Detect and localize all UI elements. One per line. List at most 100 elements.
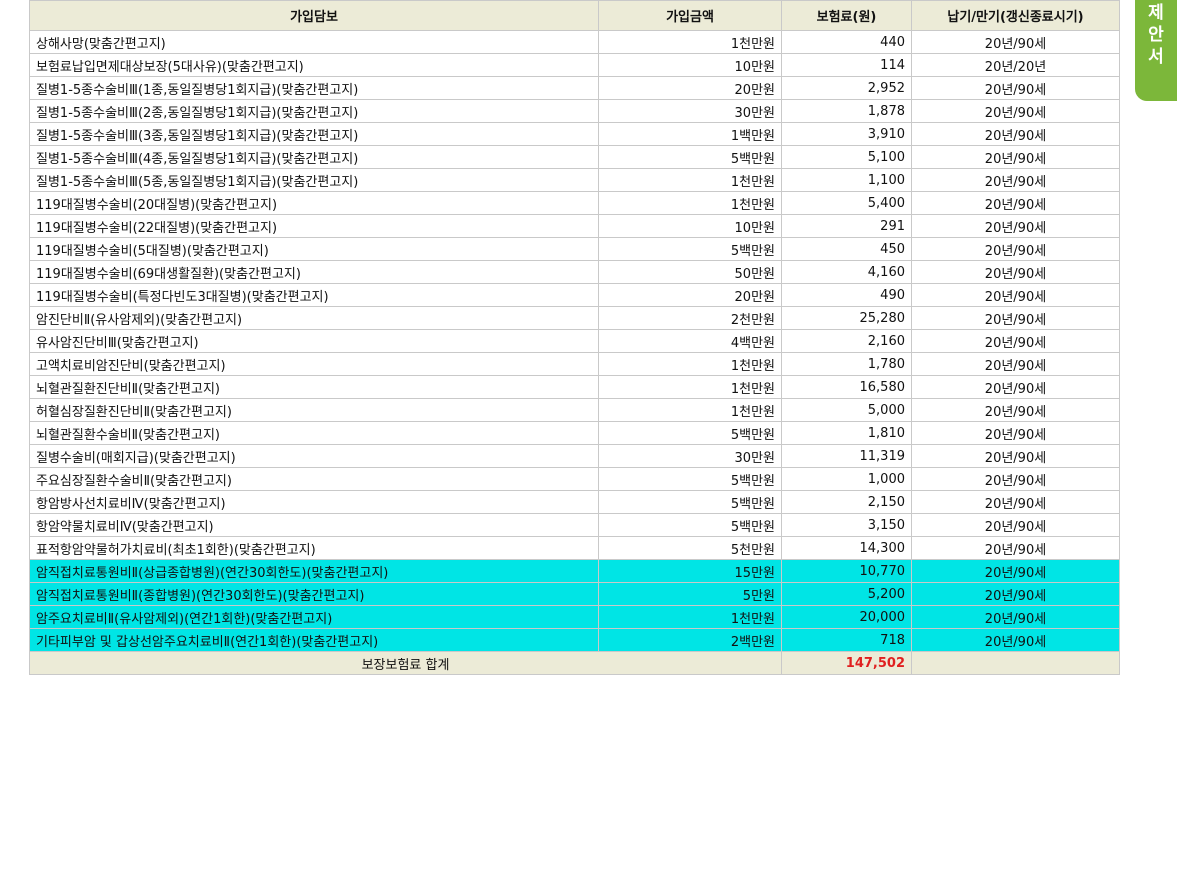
table-row: 항암약물치료비Ⅳ(맞춤간편고지) 5백만원 3,150 20년/90세 [29, 513, 1120, 537]
term-cell: 20년/90세 [911, 145, 1120, 169]
term-cell: 20년/90세 [911, 467, 1120, 491]
coverage-name-cell: 항암약물치료비Ⅳ(맞춤간편고지) [29, 513, 599, 537]
term-cell: 20년/90세 [911, 536, 1120, 560]
coverage-amount-cell: 5백만원 [598, 421, 782, 445]
coverage-amount-cell: 1천만원 [598, 375, 782, 399]
total-value: 147,502 [781, 651, 912, 675]
term-cell: 20년/90세 [911, 421, 1120, 445]
term-cell: 20년/90세 [911, 490, 1120, 514]
coverage-name-cell: 상해사망(맞춤간편고지) [29, 30, 599, 54]
term-cell: 20년/90세 [911, 260, 1120, 284]
coverage-name-cell: 질병1-5종수술비Ⅲ(3종,동일질병당1회지급)(맞춤간편고지) [29, 122, 599, 146]
term-cell: 20년/90세 [911, 444, 1120, 468]
premium-cell: 440 [781, 30, 912, 54]
coverage-name-cell: 119대질병수술비(5대질병)(맞춤간편고지) [29, 237, 599, 261]
premium-cell: 1,780 [781, 352, 912, 376]
coverage-amount-cell: 5백만원 [598, 467, 782, 491]
coverage-amount-cell: 2천만원 [598, 306, 782, 330]
coverage-name-cell: 119대질병수술비(특정다빈도3대질병)(맞춤간편고지) [29, 283, 599, 307]
table-row: 암주요치료비Ⅱ(유사암제외)(연간1회한)(맞춤간편고지) 1천만원 20,000 2… [29, 605, 1120, 629]
table-body: 상해사망(맞춤간편고지) 1천만원 440 20년/90세 보험료납입면제대상보장(5대… [29, 30, 1120, 652]
coverage-name-cell: 119대질병수술비(20대질병)(맞춤간편고지) [29, 191, 599, 215]
premium-cell: 1,100 [781, 168, 912, 192]
table-row: 기타피부암 및 갑상선암주요치료비Ⅱ(연간1회한)(맞춤간편고지) 2백만원 718… [29, 628, 1120, 652]
header-term: 납기/만기(갱신종료시기) [911, 0, 1120, 31]
premium-cell: 2,952 [781, 76, 912, 100]
coverage-name-cell: 고액치료비암진단비(맞춤간편고지) [29, 352, 599, 376]
coverage-amount-cell: 20만원 [598, 283, 782, 307]
premium-cell: 5,200 [781, 582, 912, 606]
coverage-amount-cell: 5백만원 [598, 237, 782, 261]
coverage-amount-cell: 2백만원 [598, 628, 782, 652]
premium-cell: 16,580 [781, 375, 912, 399]
coverage-name-cell: 암직접치료통원비Ⅱ(상급종합병원)(연간30회한도)(맞춤간편고지) [29, 559, 599, 583]
table-row: 보험료납입면제대상보장(5대사유)(맞춤간편고지) 10만원 114 20년/20년 [29, 53, 1120, 77]
table-row: 주요심장질환수술비Ⅱ(맞춤간편고지) 5백만원 1,000 20년/90세 [29, 467, 1120, 491]
coverage-amount-cell: 20만원 [598, 76, 782, 100]
table-row: 119대질병수술비(5대질병)(맞춤간편고지) 5백만원 450 20년/90세 [29, 237, 1120, 261]
term-cell: 20년/90세 [911, 559, 1120, 583]
coverage-amount-cell: 10만원 [598, 214, 782, 238]
coverage-amount-cell: 50만원 [598, 260, 782, 284]
premium-cell: 5,000 [781, 398, 912, 422]
table-row: 유사암진단비Ⅲ(맞춤간편고지) 4백만원 2,160 20년/90세 [29, 329, 1120, 353]
table-row: 암진단비Ⅱ(유사암제외)(맞춤간편고지) 2천만원 25,280 20년/90세 [29, 306, 1120, 330]
table-row: 뇌혈관질환수술비Ⅱ(맞춤간편고지) 5백만원 1,810 20년/90세 [29, 421, 1120, 445]
term-cell: 20년/90세 [911, 352, 1120, 376]
term-cell: 20년/90세 [911, 99, 1120, 123]
coverage-amount-cell: 15만원 [598, 559, 782, 583]
coverage-name-cell: 뇌혈관질환진단비Ⅱ(맞춤간편고지) [29, 375, 599, 399]
term-cell: 20년/90세 [911, 375, 1120, 399]
term-cell: 20년/90세 [911, 306, 1120, 330]
side-tab-char: 안 [1148, 25, 1164, 45]
coverage-name-cell: 암직접치료통원비Ⅱ(종합병원)(연간30회한도)(맞춤간편고지) [29, 582, 599, 606]
coverage-name-cell: 질병1-5종수술비Ⅲ(5종,동일질병당1회지급)(맞춤간편고지) [29, 168, 599, 192]
coverage-amount-cell: 5백만원 [598, 513, 782, 537]
coverage-amount-cell: 1천만원 [598, 352, 782, 376]
premium-cell: 450 [781, 237, 912, 261]
coverage-name-cell: 보험료납입면제대상보장(5대사유)(맞춤간편고지) [29, 53, 599, 77]
coverage-name-cell: 주요심장질환수술비Ⅱ(맞춤간편고지) [29, 467, 599, 491]
coverage-amount-cell: 5천만원 [598, 536, 782, 560]
premium-cell: 14,300 [781, 536, 912, 560]
proposal-side-tab[interactable]: 제 안 서 [1135, 0, 1177, 101]
header-premium: 보험료(원) [781, 0, 912, 31]
table-row: 119대질병수술비(69대생활질환)(맞춤간편고지) 50만원 4,160 20년/9… [29, 260, 1120, 284]
coverage-name-cell: 암주요치료비Ⅱ(유사암제외)(연간1회한)(맞춤간편고지) [29, 605, 599, 629]
premium-cell: 3,910 [781, 122, 912, 146]
premium-cell: 10,770 [781, 559, 912, 583]
coverage-amount-cell: 4백만원 [598, 329, 782, 353]
coverage-amount-cell: 1천만원 [598, 605, 782, 629]
premium-cell: 3,150 [781, 513, 912, 537]
term-cell: 20년/90세 [911, 628, 1120, 652]
table-header-row: 가입담보 가입금액 보험료(원) 납기/만기(갱신종료시기) [29, 0, 1120, 31]
table-row: 질병1-5종수술비Ⅲ(3종,동일질병당1회지급)(맞춤간편고지) 1백만원 3,91… [29, 122, 1120, 146]
table-row: 표적항암약물허가치료비(최초1회한)(맞춤간편고지) 5천만원 14,300 20년/… [29, 536, 1120, 560]
page: 가입담보 가입금액 보험료(원) 납기/만기(갱신종료시기) 상해사망(맞춤간편… [0, 0, 1204, 869]
premium-cell: 5,100 [781, 145, 912, 169]
coverage-name-cell: 표적항암약물허가치료비(최초1회한)(맞춤간편고지) [29, 536, 599, 560]
premium-cell: 718 [781, 628, 912, 652]
coverage-amount-cell: 30만원 [598, 99, 782, 123]
premium-cell: 1,810 [781, 421, 912, 445]
term-cell: 20년/90세 [911, 214, 1120, 238]
term-cell: 20년/90세 [911, 168, 1120, 192]
coverage-amount-cell: 10만원 [598, 53, 782, 77]
coverage-name-cell: 항암방사선치료비Ⅳ(맞춤간편고지) [29, 490, 599, 514]
table-row: 119대질병수술비(22대질병)(맞춤간편고지) 10만원 291 20년/90세 [29, 214, 1120, 238]
term-cell: 20년/90세 [911, 237, 1120, 261]
premium-cell: 4,160 [781, 260, 912, 284]
coverage-amount-cell: 5백만원 [598, 145, 782, 169]
premium-cell: 20,000 [781, 605, 912, 629]
total-empty-cell [911, 651, 1120, 675]
premium-cell: 25,280 [781, 306, 912, 330]
total-label: 보장보험료 합계 [29, 651, 782, 675]
coverage-name-cell: 119대질병수술비(22대질병)(맞춤간편고지) [29, 214, 599, 238]
coverage-amount-cell: 1천만원 [598, 168, 782, 192]
coverage-amount-cell: 30만원 [598, 444, 782, 468]
premium-cell: 1,878 [781, 99, 912, 123]
table-row: 119대질병수술비(특정다빈도3대질병)(맞춤간편고지) 20만원 490 20년/9… [29, 283, 1120, 307]
table-row: 고액치료비암진단비(맞춤간편고지) 1천만원 1,780 20년/90세 [29, 352, 1120, 376]
table-row: 질병1-5종수술비Ⅲ(5종,동일질병당1회지급)(맞춤간편고지) 1천만원 1,10… [29, 168, 1120, 192]
term-cell: 20년/90세 [911, 30, 1120, 54]
